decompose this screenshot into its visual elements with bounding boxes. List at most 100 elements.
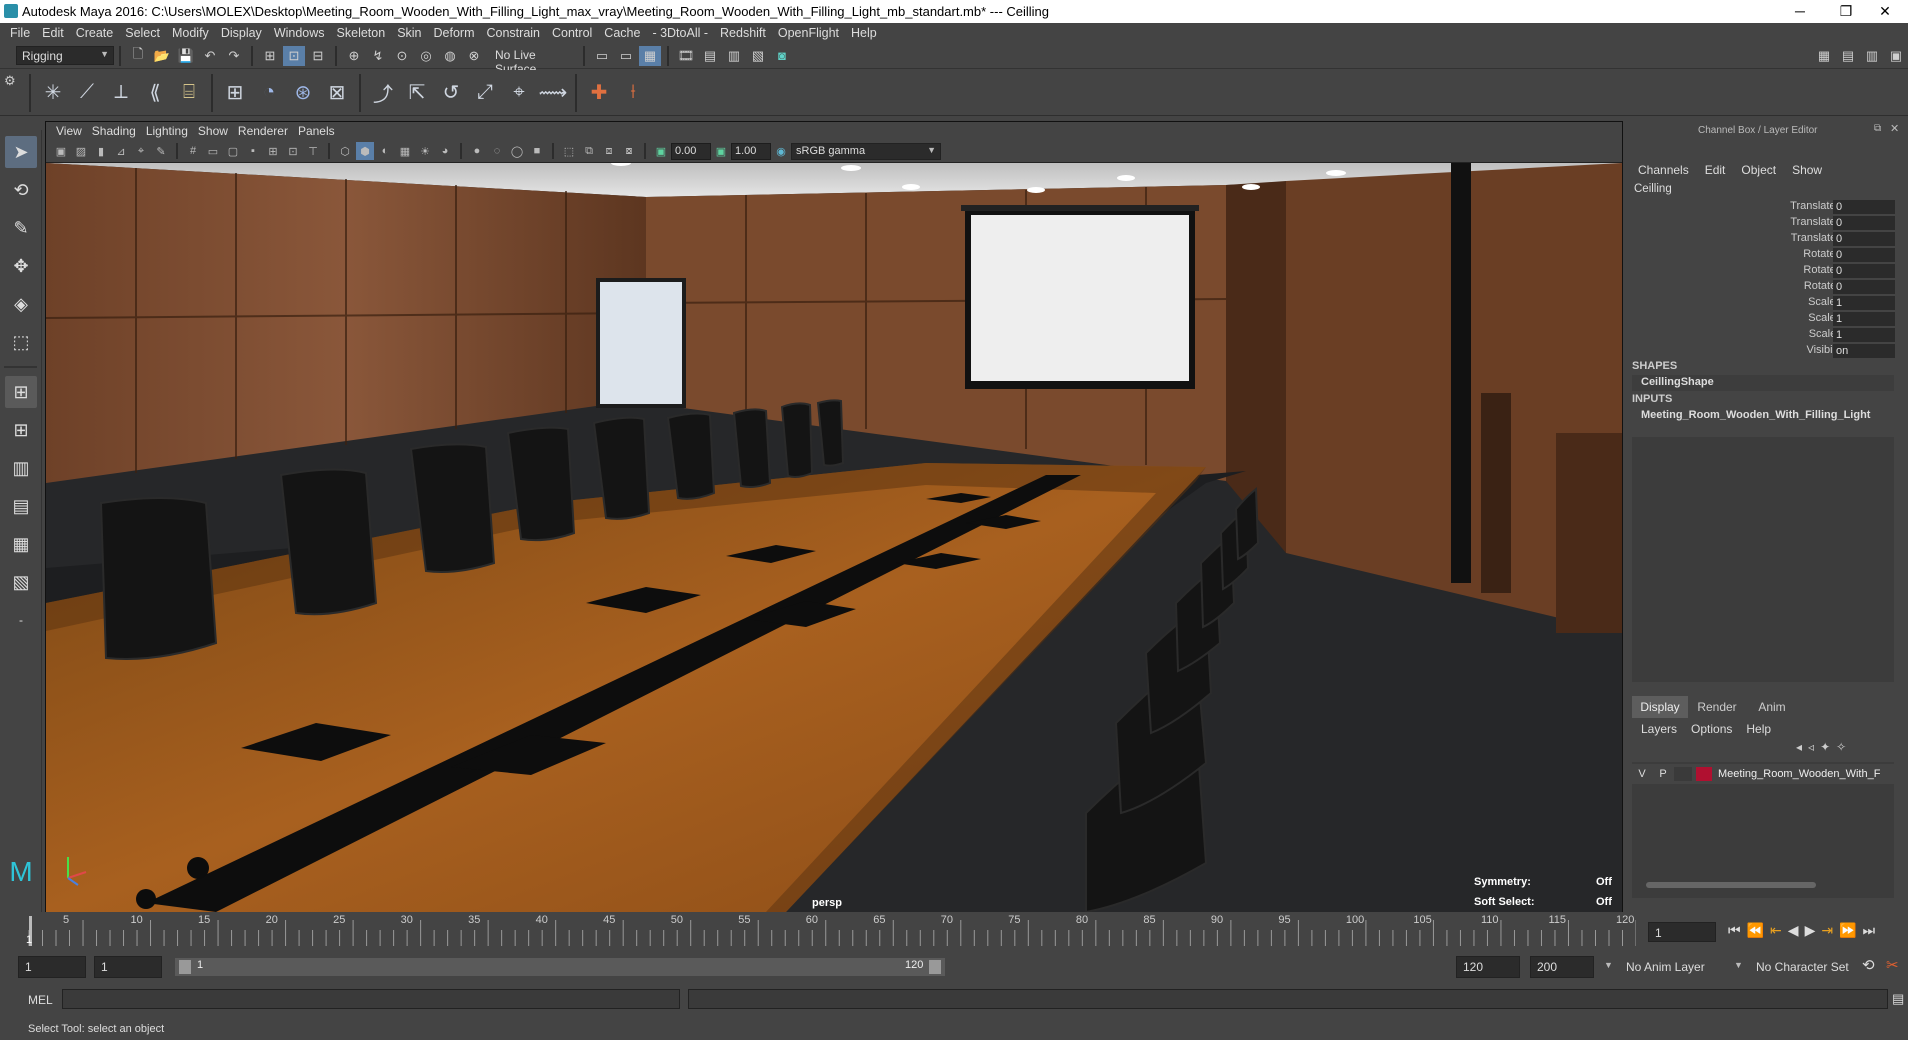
attr-value-visibility[interactable]: on: [1833, 344, 1895, 358]
attr-value-rotate-y[interactable]: 0: [1833, 264, 1895, 278]
anim-layer-label[interactable]: No Anim Layer: [1626, 960, 1705, 974]
render-view-icon[interactable]: 🎞: [675, 46, 697, 66]
current-frame-field[interactable]: 1: [1648, 922, 1716, 942]
bookmark-icon[interactable]: ▮: [92, 142, 110, 160]
layer-playback-toggle[interactable]: P: [1652, 768, 1674, 780]
play-forward-icon[interactable]: ▶: [1805, 922, 1816, 939]
tab-render[interactable]: Render: [1688, 696, 1746, 718]
menu-modify[interactable]: Modify: [172, 26, 209, 40]
ipr-render-icon[interactable]: ▥: [723, 46, 745, 66]
gate-mask-icon[interactable]: ▪: [244, 142, 262, 160]
new-empty-layer-icon[interactable]: ✦: [1820, 740, 1830, 754]
orient-constraint-icon[interactable]: ↺: [436, 78, 466, 108]
step-back-key-icon[interactable]: ⏪: [1747, 922, 1764, 939]
render-current-icon[interactable]: ▤: [699, 46, 721, 66]
snap-point-icon[interactable]: ⊙: [391, 46, 413, 66]
exposure-field[interactable]: 0.00: [671, 142, 711, 160]
range-handle-right[interactable]: [929, 960, 941, 974]
aim-constraint-icon[interactable]: ⇱: [402, 78, 432, 108]
lattice-icon[interactable]: ⊛: [288, 78, 318, 108]
more-layouts-icon[interactable]: -: [5, 604, 37, 636]
film-gate-icon[interactable]: ▭: [204, 142, 222, 160]
bind-skin-icon[interactable]: ⊞: [220, 78, 250, 108]
attr-value-rotate-x[interactable]: 0: [1833, 248, 1895, 262]
menu-select[interactable]: Select: [125, 26, 160, 40]
xray-icon[interactable]: ⧉: [580, 142, 598, 160]
menu-windows[interactable]: Windows: [274, 26, 325, 40]
layer-menu-help[interactable]: Help: [1746, 722, 1771, 736]
tool-settings-icon[interactable]: ▥: [1861, 46, 1883, 66]
output-ops-icon[interactable]: ▭: [615, 46, 637, 66]
input-node-name[interactable]: Meeting_Room_Wooden_With_Filling_Light: [1641, 409, 1870, 421]
shape-node-name[interactable]: CeillingShape: [1641, 376, 1714, 388]
safe-action-icon[interactable]: ⊡: [284, 142, 302, 160]
layer-visibility-toggle[interactable]: V: [1632, 768, 1652, 780]
snap-surface-icon[interactable]: ◍: [439, 46, 461, 66]
motion-blur-icon[interactable]: ◌: [488, 142, 506, 160]
single-perspective-layout-icon[interactable]: ⊞: [5, 376, 37, 408]
attr-value-translate-z[interactable]: 0: [1833, 232, 1895, 246]
lasso-tool-icon[interactable]: ⟲: [5, 174, 37, 206]
depth-of-field-icon[interactable]: ■: [528, 142, 546, 160]
move-tool-icon[interactable]: ✥: [5, 250, 37, 282]
menu-skeleton[interactable]: Skeleton: [337, 26, 386, 40]
wireframe-on-shaded-icon[interactable]: ◐: [376, 142, 394, 160]
time-slider[interactable]: 5 10 15 20 25 30 35 40 45 50 55 60 65 70 75 80 85 90 95 100…: [26, 912, 1637, 948]
auto-key-icon[interactable]: ⟲: [1862, 956, 1875, 974]
animation-start-field[interactable]: 1: [18, 956, 86, 978]
camera-attributes-icon[interactable]: ▨: [72, 142, 90, 160]
layer-row[interactable]: V P Meeting_Room_Wooden_With_F: [1632, 764, 1894, 784]
viewport-menu-panels[interactable]: Panels: [298, 124, 335, 138]
preferences-icon[interactable]: ✂: [1886, 956, 1899, 974]
hypershade-icon[interactable]: ◙: [771, 46, 793, 66]
construction-history-icon[interactable]: ▦: [639, 45, 661, 66]
scale-tool-icon[interactable]: ⬚: [5, 326, 37, 358]
grid-icon[interactable]: #: [184, 142, 202, 160]
menu-control[interactable]: Control: [552, 26, 592, 40]
set-driven-key-icon[interactable]: ⟊: [618, 78, 648, 108]
attr-value-scale-y[interactable]: 1: [1833, 312, 1895, 326]
tab-display[interactable]: Display: [1632, 696, 1688, 718]
select-hierarchy-icon[interactable]: ⊞: [259, 46, 281, 66]
mirror-joint-icon[interactable]: ⟪: [140, 78, 170, 108]
snap-curve-icon[interactable]: ↯: [367, 46, 389, 66]
render-settings-icon[interactable]: ▧: [747, 46, 769, 66]
viewport-menu-shading[interactable]: Shading: [92, 124, 136, 138]
grease-pencil-icon[interactable]: ✎: [152, 142, 170, 160]
channel-box-icon[interactable]: ▣: [1885, 46, 1907, 66]
close-panel-icon[interactable]: ✕: [1890, 122, 1899, 135]
animation-end-field[interactable]: 200: [1530, 956, 1594, 978]
camera-select-icon[interactable]: ▣: [52, 142, 70, 160]
menu-file[interactable]: File: [10, 26, 30, 40]
joint-tool-icon[interactable]: ✳: [38, 78, 68, 108]
go-to-start-icon[interactable]: ⏮: [1728, 922, 1741, 939]
move-layer-down-icon[interactable]: ◃: [1808, 740, 1814, 754]
use-lights-icon[interactable]: ☀: [416, 142, 434, 160]
cb-menu-channels[interactable]: Channels: [1638, 163, 1689, 177]
ik-spline-icon[interactable]: ⟂: [106, 78, 136, 108]
exposure-icon[interactable]: ▣: [652, 142, 670, 160]
playback-start-field[interactable]: 1: [94, 956, 162, 978]
menu-edit[interactable]: Edit: [42, 26, 64, 40]
tab-anim[interactable]: Anim: [1746, 696, 1798, 718]
paint-weights-icon[interactable]: ◔: [254, 78, 284, 108]
magnet-icon[interactable]: ⊗: [463, 46, 485, 66]
select-tool-icon[interactable]: ➤: [5, 136, 37, 168]
menu-help[interactable]: Help: [851, 26, 877, 40]
playback-end-field[interactable]: 120: [1456, 956, 1520, 978]
float-panel-icon[interactable]: ⧉: [1874, 123, 1881, 134]
command-language-label[interactable]: MEL: [28, 993, 53, 1007]
scale-constraint-icon[interactable]: ⤢: [470, 78, 500, 108]
move-layer-up-icon[interactable]: ◂: [1796, 740, 1802, 754]
persp-outliner-layout-icon[interactable]: ▥: [5, 452, 37, 484]
layer-color-swatch[interactable]: [1696, 767, 1712, 781]
isolate-select-icon[interactable]: ⬚: [560, 142, 578, 160]
range-handle-left[interactable]: [179, 960, 191, 974]
attr-value-scale-x[interactable]: 1: [1833, 296, 1895, 310]
snap-grid-icon[interactable]: ⊕: [343, 46, 365, 66]
perspective-scene-view[interactable]: Symmetry: Off Soft Select: Off persp: [46, 163, 1622, 912]
viewport-menu-view[interactable]: View: [56, 124, 82, 138]
viewport-menu-lighting[interactable]: Lighting: [146, 124, 188, 138]
textured-icon[interactable]: ▦: [396, 142, 414, 160]
attr-value-translate-x[interactable]: 0: [1833, 200, 1895, 214]
